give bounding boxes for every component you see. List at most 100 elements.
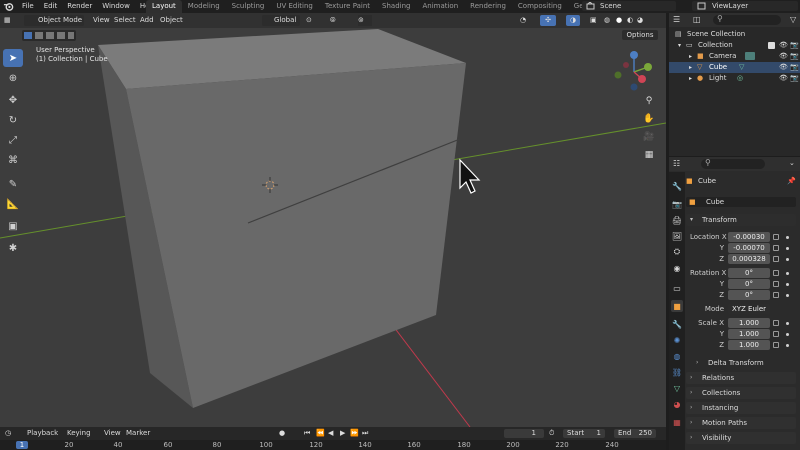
select-extend-icon[interactable] xyxy=(35,32,43,39)
outliner-row-camera[interactable]: ▸ ■ Camera 👁 📷 xyxy=(669,51,800,62)
location-y-field[interactable]: -0.00070 xyxy=(728,243,770,253)
extra-tool-icon[interactable]: ✱ xyxy=(3,239,23,257)
outliner-row-collection[interactable]: ▾ ▭ Collection 👁 📷 xyxy=(669,40,800,51)
menu-add[interactable]: Add xyxy=(140,15,154,26)
cursor-tool-icon[interactable]: ⊕ xyxy=(3,69,23,87)
menu-object[interactable]: Object xyxy=(160,15,183,26)
scale-y-field[interactable]: 1.000 xyxy=(728,329,770,339)
instancing-panel[interactable]: › Instancing xyxy=(686,402,796,414)
output-tab-icon[interactable]: 🖨 xyxy=(671,214,683,226)
play-reverse-icon[interactable]: ◀ xyxy=(328,429,333,438)
end-frame-field[interactable]: End 250 xyxy=(614,429,656,438)
render-tab-icon[interactable]: 📷 xyxy=(671,198,683,210)
menu-select[interactable]: Select xyxy=(114,15,136,26)
keyframe-dot-icon[interactable] xyxy=(786,344,789,347)
lock-icon[interactable] xyxy=(773,270,779,276)
scene-tab-icon[interactable]: ⛭ xyxy=(671,246,683,258)
play-icon[interactable]: ▶ xyxy=(340,429,345,438)
scene-selector[interactable]: Scene xyxy=(582,1,676,11)
menu-window[interactable]: Window xyxy=(97,2,135,11)
scale-tool-icon[interactable]: ⤢ xyxy=(3,131,23,149)
tab-uv-editing[interactable]: UV Editing xyxy=(270,0,319,13)
record-icon[interactable]: ● xyxy=(279,429,285,438)
blender-logo-icon[interactable] xyxy=(3,1,14,12)
eye-icon[interactable]: 👁 xyxy=(779,51,788,62)
keyframe-dot-icon[interactable] xyxy=(786,236,789,239)
editor-type-icon[interactable]: ▦ xyxy=(4,15,20,26)
keyframe-dot-icon[interactable] xyxy=(786,322,789,325)
rotation-x-field[interactable]: 0° xyxy=(728,268,770,278)
keyframe-dot-icon[interactable] xyxy=(786,272,789,275)
options-button[interactable]: Options xyxy=(622,30,658,40)
material-tab-icon[interactable]: ◕ xyxy=(671,398,683,410)
overlay-toggle-icon[interactable]: ◑ xyxy=(566,15,580,26)
camera-view-icon[interactable]: 🎥 xyxy=(641,129,657,145)
material-shading-icon[interactable]: ◐ xyxy=(627,15,637,26)
annotate-tool-icon[interactable]: ✎ xyxy=(3,175,23,193)
tab-texture-paint[interactable]: Texture Paint xyxy=(319,0,376,13)
menu-playback[interactable]: Playback xyxy=(27,429,58,438)
rotation-z-field[interactable]: 0° xyxy=(728,290,770,300)
outliner-editor-icon[interactable]: ☰ xyxy=(673,15,680,24)
frame-ruler[interactable]: 1 20 40 60 80 100 120 140 160 180 200 22… xyxy=(0,440,666,450)
measure-tool-icon[interactable]: 📐 xyxy=(3,195,23,213)
keyframe-dot-icon[interactable] xyxy=(786,333,789,336)
properties-editor-icon[interactable]: ☷ xyxy=(673,159,680,168)
move-tool-icon[interactable]: ✥ xyxy=(3,91,23,109)
keyframe-dot-icon[interactable] xyxy=(786,294,789,297)
chevron-down-icon[interactable]: ⌄ xyxy=(789,159,795,167)
tab-shading[interactable]: Shading xyxy=(376,0,416,13)
collections-panel[interactable]: › Collections xyxy=(686,387,796,399)
menu-render[interactable]: Render xyxy=(62,2,97,11)
keyframe-dot-icon[interactable] xyxy=(786,258,789,261)
menu-marker[interactable]: Marker xyxy=(126,429,150,438)
selection-mode-buttons[interactable] xyxy=(22,30,76,41)
playhead[interactable]: 1 xyxy=(16,441,28,449)
scale-x-field[interactable]: 1.000 xyxy=(728,318,770,328)
timeline[interactable]: ◷ Playback Keying View Marker ● ⏮ ⏪ ◀ ▶ … xyxy=(0,427,666,450)
lock-icon[interactable] xyxy=(773,234,779,240)
zoom-icon[interactable]: ⚲ xyxy=(641,93,657,109)
eye-icon[interactable]: 👁 xyxy=(779,62,788,73)
camera-render-icon[interactable]: 📷 xyxy=(790,62,799,73)
3d-viewport[interactable]: ▦ Object Mode View Select Add Object Glo… xyxy=(0,13,666,427)
snap-icon[interactable]: ⦾ xyxy=(330,15,350,26)
jump-end-icon[interactable]: ⏭ xyxy=(362,429,368,438)
lock-icon[interactable] xyxy=(773,245,779,251)
outliner-row-light[interactable]: ▸ ● Light ◎ 👁 📷 xyxy=(669,73,800,84)
outliner[interactable]: ☰ ◫ ⚲ ▽ ▤ Scene Collection ▾ ▭ Collectio… xyxy=(669,13,800,156)
jump-start-icon[interactable]: ⏮ xyxy=(304,429,310,438)
exclude-checkbox[interactable] xyxy=(768,42,775,49)
filter-icon[interactable]: ▽ xyxy=(790,15,796,24)
keyframe-dot-icon[interactable] xyxy=(786,247,789,250)
tab-animation[interactable]: Animation xyxy=(416,0,464,13)
expand-chevron-icon[interactable]: ▸ xyxy=(689,51,692,62)
eye-icon[interactable]: 👁 xyxy=(779,40,788,51)
pan-hand-icon[interactable]: ✋ xyxy=(641,111,657,127)
keyframe-dot-icon[interactable] xyxy=(786,283,789,286)
constraints-tab-icon[interactable]: ⛓ xyxy=(671,366,683,378)
pin-icon[interactable]: 📌 xyxy=(787,176,796,186)
lock-icon[interactable] xyxy=(773,320,779,326)
visibility-icon[interactable]: ◔ xyxy=(520,15,536,26)
mode-dropdown[interactable]: Object Mode xyxy=(24,15,84,26)
wireframe-shading-icon[interactable]: ◍ xyxy=(604,15,614,26)
rendered-shading-icon[interactable]: ◕ xyxy=(637,15,647,26)
location-z-field[interactable]: 0.000328 xyxy=(728,254,770,264)
scale-z-field[interactable]: 1.000 xyxy=(728,340,770,350)
jump-keyframe-forward-icon[interactable]: ⏩ xyxy=(350,429,359,438)
jump-keyframe-back-icon[interactable]: ⏪ xyxy=(316,429,325,438)
location-x-field[interactable]: -0.00030 xyxy=(728,232,770,242)
particles-tab-icon[interactable]: ✺ xyxy=(671,334,683,346)
rotation-y-field[interactable]: 0° xyxy=(728,279,770,289)
object-tab-icon[interactable]: ■ xyxy=(671,300,683,312)
physics-tab-icon[interactable]: ◍ xyxy=(671,350,683,362)
lock-icon[interactable] xyxy=(773,331,779,337)
current-frame-field[interactable]: 1 xyxy=(504,429,544,438)
tab-rendering[interactable]: Rendering xyxy=(464,0,512,13)
rotation-mode-dropdown[interactable]: XYZ Euler xyxy=(728,304,770,314)
tool-tab-icon[interactable]: 🔧 xyxy=(671,180,683,192)
clock-icon[interactable]: ⏱ xyxy=(549,429,554,438)
select-new-icon[interactable] xyxy=(24,32,32,39)
xray-icon[interactable]: ▣ xyxy=(590,15,600,26)
